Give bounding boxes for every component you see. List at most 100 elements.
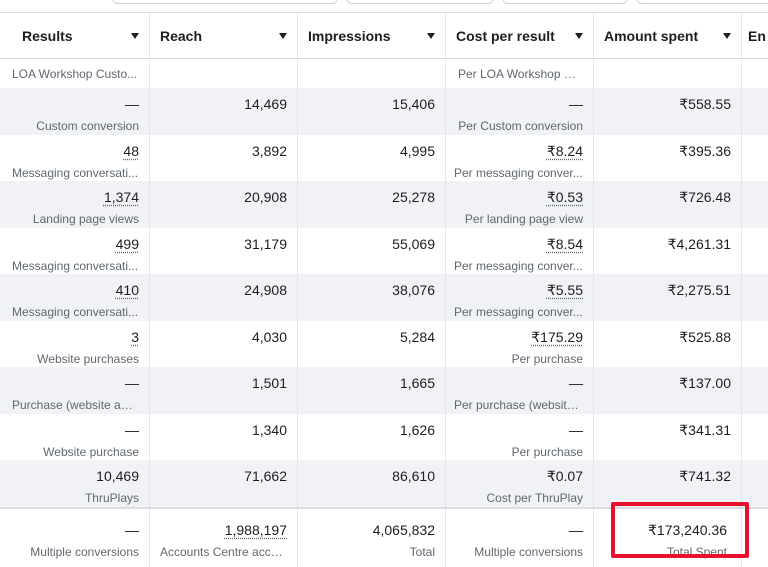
toolbar-control[interactable] — [112, 0, 338, 4]
cost-type: Cost per ThruPlay — [446, 484, 583, 506]
caret-down-icon[interactable] — [575, 33, 583, 39]
column-header-impressions[interactable]: Impressions — [298, 13, 446, 58]
result-value[interactable]: 48 — [123, 143, 139, 159]
cost-type: Per messaging conver... — [446, 298, 583, 320]
result-type: ThruPlays — [0, 484, 139, 506]
table-body: LOA Workshop Custo... Per LOA Workshop C… — [0, 60, 768, 567]
results-cell: 48 Messaging conversati... — [0, 135, 150, 182]
spent-cell: ₹741.32 — [594, 460, 742, 507]
toolbar-control[interactable] — [636, 0, 768, 4]
reach-value: 20,908 — [150, 181, 287, 205]
cost-value[interactable]: ₹175.29 — [531, 329, 583, 345]
caret-down-icon[interactable] — [279, 33, 287, 39]
caret-down-icon[interactable] — [723, 33, 731, 39]
cost-value[interactable]: ₹8.54 — [547, 236, 583, 252]
reach-value: 24,908 — [150, 274, 287, 298]
impressions-cell: 55,069 — [298, 228, 446, 275]
table-row[interactable]: LOA Workshop Custo... Per LOA Workshop C… — [0, 60, 768, 88]
cost-total-label: Multiple conversions — [446, 538, 583, 560]
column-header-cost-per-result[interactable]: Cost per result — [446, 13, 594, 58]
extra-cell — [742, 181, 768, 228]
cost-total: — — [446, 509, 583, 538]
spent-total: ₹173,240.36 — [594, 509, 731, 538]
table-row[interactable]: 410 Messaging conversati... 24,908 38,076… — [0, 274, 768, 321]
toolbar-control[interactable] — [346, 0, 494, 4]
impressions-cell: 5,284 — [298, 321, 446, 368]
column-header-results[interactable]: Results — [0, 13, 150, 58]
spent-value: ₹726.48 — [594, 181, 731, 205]
cost-type: Per landing page view — [446, 205, 583, 227]
reach-cell: 20,908 — [150, 181, 298, 228]
table-row[interactable]: 499 Messaging conversati... 31,179 55,069… — [0, 228, 768, 275]
impressions-cell: 1,626 — [298, 414, 446, 461]
cost-value[interactable]: ₹8.24 — [547, 143, 583, 159]
result-value[interactable]: 499 — [116, 236, 139, 252]
result-type: Landing page views — [0, 205, 139, 227]
impressions-cell: 25,278 — [298, 181, 446, 228]
table-row[interactable]: 10,469 ThruPlays 71,662 86,610 ₹0.07 Cost … — [0, 460, 768, 507]
reach-cell: 71,662 — [150, 460, 298, 507]
extra-cell — [742, 60, 768, 88]
caret-down-icon[interactable] — [427, 33, 435, 39]
reach-value: 1,340 — [150, 414, 287, 438]
column-header-reach[interactable]: Reach — [150, 13, 298, 58]
reach-value: 4,030 — [150, 321, 287, 345]
table-row[interactable]: — Custom conversion 14,469 15,406 — Per Cu… — [0, 88, 768, 135]
result-type: Custom conversion — [0, 112, 139, 134]
results-total-cell: — Multiple conversions — [0, 509, 150, 567]
reach-cell: 24,908 — [150, 274, 298, 321]
impressions-value: 38,076 — [298, 274, 435, 298]
column-header-amount-spent[interactable]: Amount spent — [594, 13, 742, 58]
impressions-cell: 86,610 — [298, 460, 446, 507]
results-cell: 1,374 Landing page views — [0, 181, 150, 228]
table-row[interactable]: — Purchase (website and... 1,501 1,665 — P… — [0, 367, 768, 414]
spent-total-label: Total Spent — [594, 538, 731, 560]
cost-type: Per purchase — [446, 345, 583, 367]
spent-value: ₹4,261.31 — [594, 228, 731, 252]
reach-cell — [150, 60, 298, 88]
extra-cell — [742, 460, 768, 507]
result-type: LOA Workshop Custo... — [0, 60, 139, 82]
table-row[interactable]: 3 Website purchases 4,030 5,284 ₹175.29 Pe… — [0, 321, 768, 368]
impressions-cell — [298, 60, 446, 88]
spent-cell — [594, 60, 742, 88]
cost-cell: ₹8.24 Per messaging conver... — [446, 135, 594, 182]
cost-value: — — [446, 414, 583, 438]
table-row[interactable]: — Website purchase 1,340 1,626 — Per purch… — [0, 414, 768, 461]
spent-cell: ₹2,275.51 — [594, 274, 742, 321]
toolbar-control[interactable] — [502, 0, 628, 4]
reach-value: 3,892 — [150, 135, 287, 159]
cost-type: Per purchase (website ... — [446, 391, 583, 413]
cost-type: Per purchase — [446, 438, 583, 460]
cost-value[interactable]: ₹0.53 — [547, 189, 583, 205]
reach-cell: 31,179 — [150, 228, 298, 275]
result-type: Website purchases — [0, 345, 139, 367]
table-row[interactable]: 48 Messaging conversati... 3,892 4,995 ₹8… — [0, 135, 768, 182]
cost-type: Per Custom conversion — [446, 112, 583, 134]
reach-total-label: Accounts Centre acco... — [150, 538, 287, 560]
caret-down-icon[interactable] — [131, 33, 139, 39]
top-toolbar-strip — [0, 0, 768, 6]
result-value[interactable]: 1,374 — [104, 189, 139, 205]
results-cell: — Custom conversion — [0, 88, 150, 135]
result-value[interactable]: 3 — [131, 329, 139, 345]
result-type: Messaging conversati... — [0, 252, 139, 274]
cost-value[interactable]: ₹5.55 — [547, 282, 583, 298]
impressions-cell: 1,665 — [298, 367, 446, 414]
table-header: Results Reach Impressions Cost per resul… — [0, 12, 768, 59]
table-row[interactable]: 1,374 Landing page views 20,908 25,278 ₹0… — [0, 181, 768, 228]
reach-value: 1,501 — [150, 367, 287, 391]
result-value: 10,469 — [0, 460, 139, 484]
extra-cell — [742, 321, 768, 368]
cost-value: ₹0.07 — [446, 460, 583, 484]
reach-total-cell: 1,988,197 Accounts Centre acco... — [150, 509, 298, 567]
result-value[interactable]: 410 — [116, 282, 139, 298]
spent-value: ₹341.31 — [594, 414, 731, 438]
cost-type: Per messaging conver... — [446, 252, 583, 274]
extra-cell — [742, 88, 768, 135]
cost-cell: — Per purchase (website ... — [446, 367, 594, 414]
spent-cell: ₹726.48 — [594, 181, 742, 228]
reach-total[interactable]: 1,988,197 — [225, 522, 287, 538]
column-header-partial[interactable]: En — [742, 13, 768, 58]
spent-value: ₹525.88 — [594, 321, 731, 345]
